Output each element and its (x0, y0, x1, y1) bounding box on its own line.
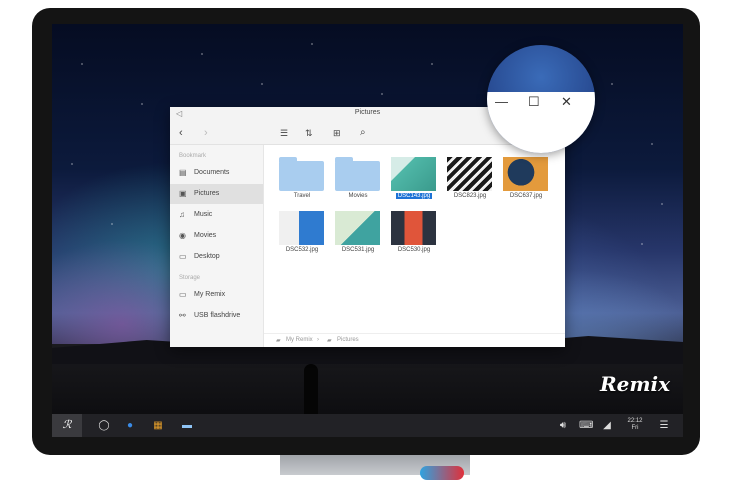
folder-icon (279, 157, 324, 191)
folder-small-icon: ▰ (327, 338, 332, 344)
browser-icon[interactable]: ● (124, 418, 136, 433)
sidebar-section-bookmark: Bookmark (179, 153, 207, 159)
folder-small-icon: ▰ (276, 338, 281, 344)
sidebar-item-label: USB flashdrive (194, 312, 241, 319)
image-item-selected[interactable]: DSC143.jpg (389, 157, 439, 209)
file-name: DSC823.jpg (453, 193, 487, 199)
sidebar-item-label: Documents (194, 169, 230, 176)
monitor-icon: ▭ (179, 290, 187, 299)
image-item[interactable]: DSC637.jpg (501, 157, 551, 209)
sidebar-item-label: Music (194, 211, 213, 218)
new-folder-icon[interactable]: ⊞ (333, 126, 341, 140)
forward-arrow-icon[interactable]: › (204, 126, 208, 140)
keyboard-icon[interactable]: ⌨ (579, 418, 593, 433)
image-thumbnail (447, 157, 492, 191)
image-item[interactable]: DSC531.jpg (333, 211, 383, 263)
folder-icon (335, 157, 380, 191)
image-thumbnail (279, 211, 324, 245)
brand-logo: Remix (600, 372, 671, 396)
file-name: DSC530.jpg (397, 247, 431, 253)
image-thumbnail (503, 157, 548, 191)
volume-icon[interactable]: 🔊︎ (557, 418, 569, 433)
stand-logo (420, 466, 464, 480)
clock-day: Fri (631, 425, 639, 431)
movie-icon: ◉ (179, 231, 186, 240)
desktop-icon: ▭ (179, 252, 187, 261)
menu-icon[interactable]: ☰ (658, 418, 670, 433)
file-name: DSC143.jpg (395, 193, 433, 199)
sidebar-item-label: Desktop (194, 253, 220, 260)
sidebar-item-music[interactable]: ♫ Music (170, 205, 263, 225)
file-name: DSC531.jpg (341, 247, 375, 253)
file-name: Travel (293, 193, 311, 199)
sidebar-section-storage: Storage (179, 275, 201, 281)
start-button[interactable]: ℛ (52, 414, 82, 437)
breadcrumb-item[interactable]: My Remix (286, 337, 313, 343)
chevron-right-icon: › (317, 337, 319, 343)
folder-item[interactable]: Travel (277, 157, 327, 209)
close-icon[interactable]: ✕ (561, 95, 572, 109)
sidebar-item-documents[interactable]: ▤ Documents (170, 163, 263, 183)
document-icon: ▤ (179, 168, 187, 177)
sidebar-item-movies[interactable]: ◉ Movies (170, 226, 263, 246)
file-name: DSC532.jpg (285, 247, 319, 253)
sidebar-item-label: Pictures (194, 190, 220, 197)
clock-time: 22:12 (627, 418, 643, 424)
picture-icon: ▣ (179, 189, 187, 198)
usb-icon: ⚯ (179, 311, 186, 320)
breadcrumb-item[interactable]: Pictures (337, 337, 359, 343)
image-thumbnail (391, 157, 436, 191)
file-grid: Travel Movies DSC143.jpg DSC823.jpg DSC6… (264, 145, 565, 347)
app-store-icon[interactable]: ▦ (152, 418, 164, 433)
sidebar-item-desktop[interactable]: ▭ Desktop (170, 247, 263, 267)
breadcrumb: ▰ My Remix › ▰ Pictures (264, 333, 565, 348)
home-icon[interactable]: ◯ (98, 418, 110, 433)
file-manager-icon[interactable]: ▬ (180, 418, 194, 433)
maximize-icon[interactable]: ☐ (528, 95, 540, 109)
search-icon[interactable]: ⌕ (360, 126, 366, 140)
taskbar: ℛ ◯ ● ▦ ▬ 🔊︎ ⌨ ◢ 22:12 Fri ☰ (52, 414, 683, 437)
list-view-icon[interactable]: ☰ (280, 126, 288, 140)
image-item[interactable]: DSC823.jpg (445, 157, 495, 209)
folder-item[interactable]: Movies (333, 157, 383, 209)
sidebar-item-pictures[interactable]: ▣ Pictures (170, 184, 263, 204)
back-arrow-icon[interactable]: ‹ (179, 126, 183, 140)
music-icon: ♫ (179, 210, 185, 219)
clock[interactable]: 22:12 Fri (622, 418, 648, 432)
window-controls-magnifier: — ☐ ✕ (487, 45, 595, 153)
sort-icon[interactable]: ⇅ (305, 126, 313, 140)
image-item[interactable]: DSC532.jpg (277, 211, 327, 263)
sidebar-item-usb-flashdrive[interactable]: ⚯ USB flashdrive (170, 306, 263, 326)
image-thumbnail (335, 211, 380, 245)
sidebar-item-label: Movies (194, 232, 217, 239)
minimize-icon[interactable]: — (495, 95, 508, 109)
wallpaper-person (304, 364, 318, 416)
file-name: Movies (348, 193, 368, 199)
sidebar: Bookmark ▤ Documents ▣ Pictures ♫ Music … (170, 145, 264, 347)
image-item[interactable]: DSC530.jpg (389, 211, 439, 263)
image-thumbnail (391, 211, 436, 245)
sidebar-item-my-remix[interactable]: ▭ My Remix (170, 285, 263, 305)
cast-icon[interactable]: ◢ (601, 418, 613, 433)
sidebar-item-label: My Remix (194, 291, 226, 298)
file-name: DSC637.jpg (509, 193, 543, 199)
